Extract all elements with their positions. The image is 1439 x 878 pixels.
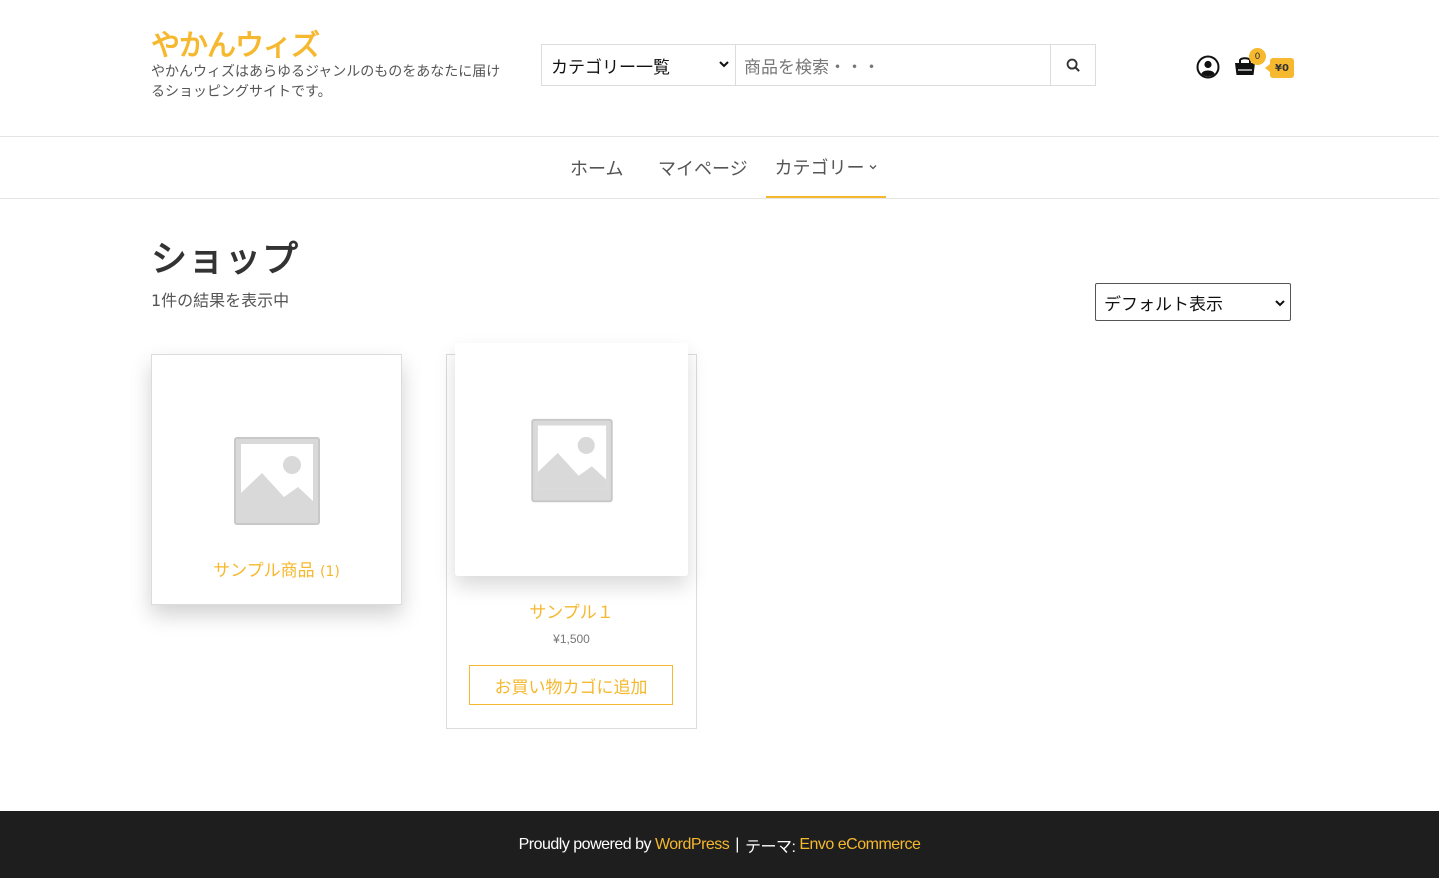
cart-total-badge: ¥0 bbox=[1265, 58, 1294, 78]
chevron-down-icon bbox=[719, 61, 729, 68]
product-search-form: カテゴリー一覧 商品を検索・・・ bbox=[541, 44, 1096, 86]
site-title[interactable]: やかんウィズ bbox=[151, 28, 511, 62]
footer-theme-label: テーマ: bbox=[744, 838, 796, 856]
category-select[interactable]: カテゴリー一覧 bbox=[542, 45, 736, 85]
sort-select-value: デフォルト表示 bbox=[1104, 294, 1223, 315]
site-description: やかんウィズはあらゆるジャンルのものをあなたに届けるショッピングサイトです。 bbox=[151, 64, 501, 100]
theme-link[interactable]: Envo eCommerce bbox=[799, 836, 921, 854]
product-category-card[interactable]: サンプル商品 (1) bbox=[151, 354, 402, 605]
search-input[interactable]: 商品を検索・・・ bbox=[736, 45, 1050, 85]
site-branding: やかんウィズ やかんウィズはあらゆるジャンルのものをあなたに届けるショッピングサ… bbox=[151, 28, 511, 102]
nav-item-home[interactable]: ホーム bbox=[570, 138, 623, 198]
nav-item-mypage[interactable]: マイページ bbox=[658, 138, 748, 198]
add-to-cart-button[interactable]: お買い物カゴに追加 bbox=[469, 665, 673, 705]
product-price: ¥1,500 bbox=[553, 632, 590, 646]
product-title[interactable]: サンプル１ bbox=[446, 598, 697, 623]
category-title[interactable]: サンプル商品 (1) bbox=[152, 556, 401, 581]
category-name: サンプル商品 bbox=[213, 561, 315, 581]
search-placeholder: 商品を検索・・・ bbox=[744, 57, 880, 78]
nav-item-label: マイページ bbox=[658, 159, 748, 180]
product-image[interactable] bbox=[455, 343, 688, 576]
placeholder-image-icon bbox=[234, 437, 320, 525]
sort-order-select[interactable]: デフォルト表示 bbox=[1095, 283, 1291, 321]
site-footer: Proudly powered by WordPress | テーマ: Envo e… bbox=[0, 811, 1439, 878]
category-count: (1) bbox=[320, 564, 340, 580]
chevron-down-icon bbox=[869, 165, 876, 170]
nav-item-category[interactable]: カテゴリー bbox=[766, 138, 886, 198]
category-select-value: カテゴリー一覧 bbox=[551, 57, 670, 78]
cart-count-badge: 0 bbox=[1249, 48, 1266, 65]
user-account-icon[interactable] bbox=[1196, 55, 1220, 79]
chevron-down-icon bbox=[1275, 300, 1285, 307]
main-navigation: ホーム マイページ カテゴリー bbox=[0, 138, 1439, 199]
search-button[interactable] bbox=[1050, 45, 1095, 85]
header-cart[interactable]: 0 ¥0 bbox=[1233, 48, 1294, 82]
nav-item-label: カテゴリー bbox=[774, 158, 865, 179]
result-count: 1件の結果を表示中 bbox=[151, 291, 290, 310]
footer-separator: | bbox=[735, 835, 739, 853]
site-header: やかんウィズ やかんウィズはあらゆるジャンルのものをあなたに届けるショッピングサ… bbox=[0, 0, 1439, 137]
placeholder-image-icon bbox=[531, 418, 613, 503]
nav-item-label: ホーム bbox=[570, 159, 624, 180]
wordpress-link[interactable]: WordPress bbox=[655, 836, 730, 854]
footer-prefix: Proudly powered by bbox=[518, 835, 652, 853]
search-icon bbox=[1066, 58, 1080, 72]
page-title: ショップ bbox=[151, 239, 300, 280]
